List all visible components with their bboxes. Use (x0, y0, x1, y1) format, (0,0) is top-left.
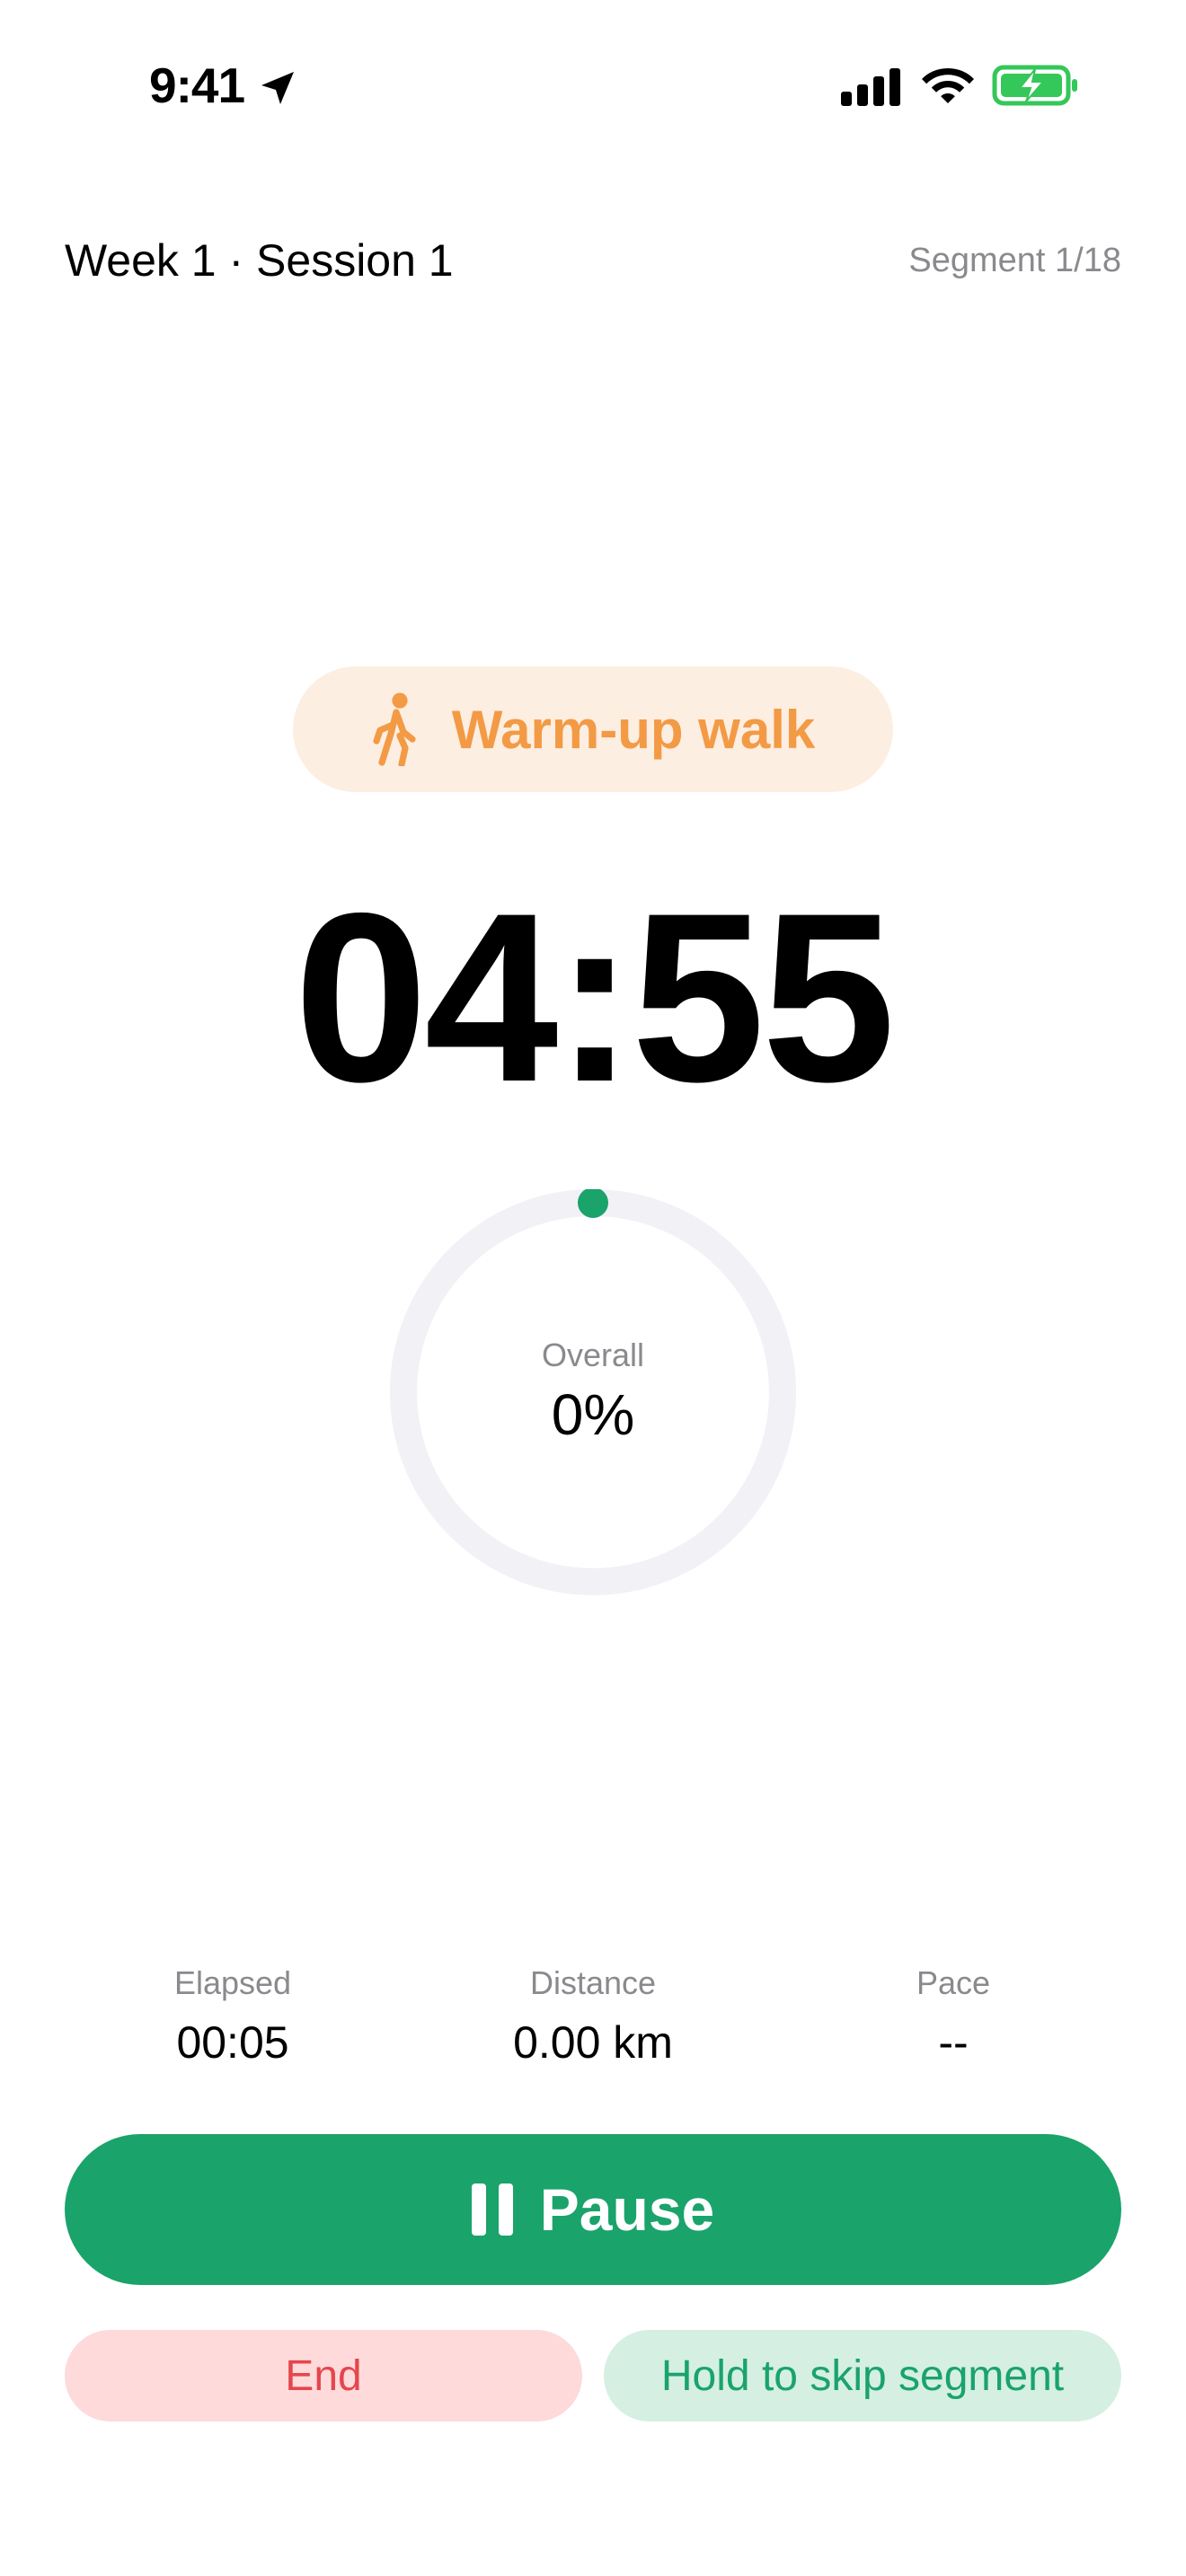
stat-distance-label: Distance (529, 1964, 657, 2001)
end-button[interactable]: End (65, 2330, 582, 2422)
skip-segment-button[interactable]: Hold to skip segment (604, 2330, 1121, 2422)
stat-pace-label: Pace (916, 1964, 991, 2001)
pause-button[interactable]: Pause (65, 2134, 1121, 2285)
walking-figure-icon (373, 693, 416, 766)
countdown-timer: 04:55 (294, 862, 895, 1132)
phase-badge: Warm-up walk (293, 666, 893, 792)
progress-value: 0% (551, 1382, 635, 1447)
stat-pace-value: -- (938, 2017, 969, 2068)
cellular-signal-icon (841, 68, 900, 106)
progress-caption: Overall (541, 1337, 645, 1373)
wifi-icon (922, 68, 974, 103)
pause-icon (471, 2183, 513, 2236)
stat-elapsed-value: 00:05 (176, 2017, 289, 2068)
phase-label: Warm-up walk (451, 699, 816, 760)
location-arrow-icon (261, 72, 294, 104)
session-title: Week 1 · Session 1 (65, 235, 454, 286)
pause-label: Pause (539, 2176, 715, 2243)
segment-counter: Segment 1/18 (908, 242, 1121, 279)
stat-distance-value: 0.00 km (513, 2017, 673, 2068)
status-time: 9:41 (149, 57, 245, 113)
stat-elapsed-label: Elapsed (173, 1964, 292, 2001)
battery-charging-icon (992, 65, 1077, 106)
